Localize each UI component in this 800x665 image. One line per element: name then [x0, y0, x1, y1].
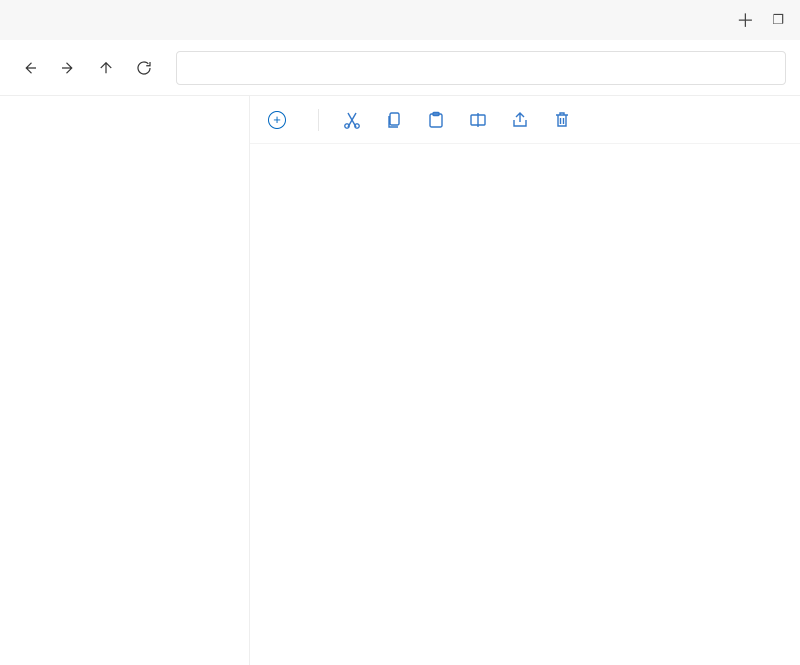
cut-icon[interactable]: [343, 111, 361, 129]
up-button[interactable]: [90, 52, 122, 84]
paste-icon[interactable]: [427, 111, 445, 129]
restore-window-icon[interactable]: ❐: [772, 12, 784, 28]
delete-icon[interactable]: [553, 111, 571, 129]
breadcrumb[interactable]: [176, 51, 786, 85]
forward-button[interactable]: [52, 52, 84, 84]
new-button[interactable]: +: [268, 111, 294, 129]
file-grid: [250, 144, 800, 665]
new-tab-button[interactable]: ＋: [736, 7, 754, 33]
copy-icon[interactable]: [385, 111, 403, 129]
navigation-bar: [0, 40, 800, 96]
share-icon[interactable]: [511, 111, 529, 129]
plus-icon: +: [268, 111, 286, 129]
sidebar: [0, 96, 250, 665]
refresh-button[interactable]: [128, 52, 160, 84]
rename-icon[interactable]: [469, 111, 487, 129]
back-button[interactable]: [14, 52, 46, 84]
tab-bar: ＋ ❐: [0, 0, 800, 40]
toolbar: +: [250, 96, 800, 144]
